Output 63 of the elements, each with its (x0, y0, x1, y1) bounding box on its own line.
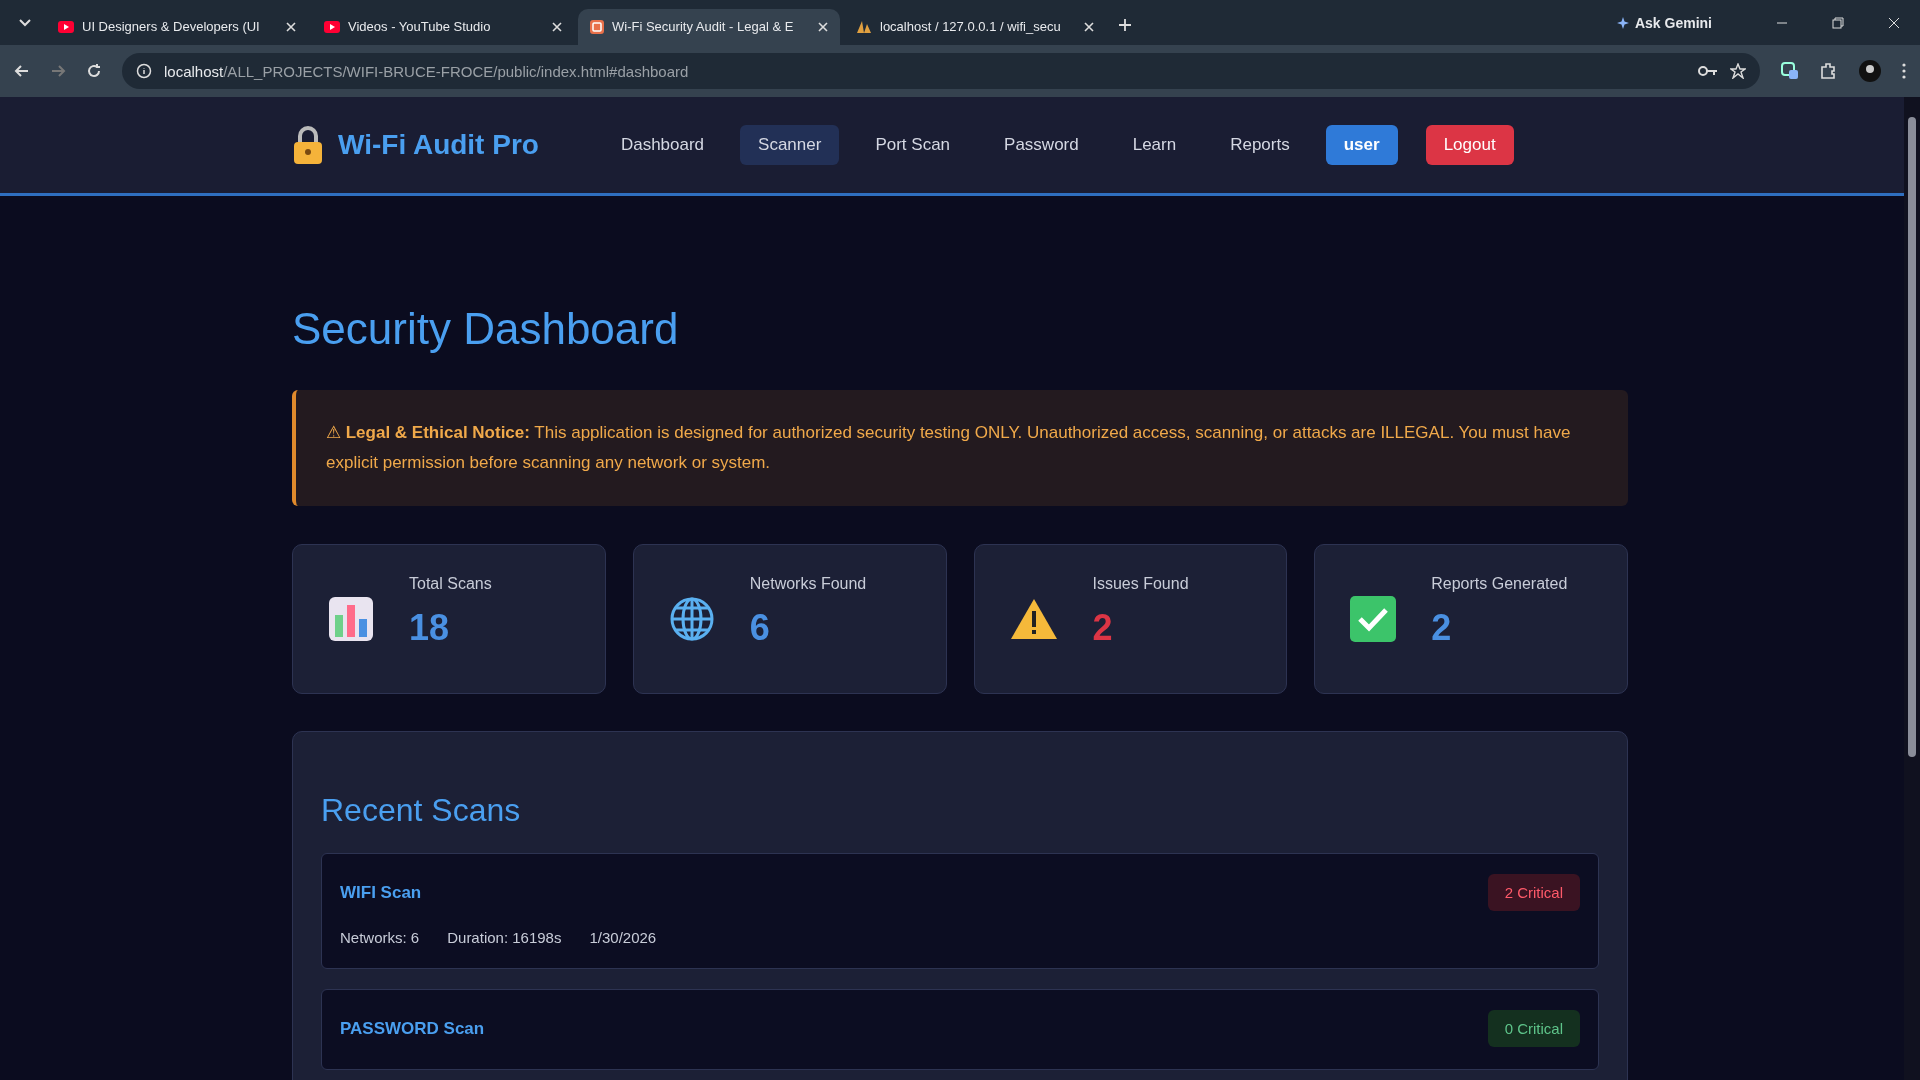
stat-value: 6 (749, 607, 771, 649)
nav-link[interactable]: Password (986, 125, 1097, 165)
user-button[interactable]: user (1325, 125, 1398, 165)
stat-value: 18 (409, 607, 451, 649)
browser-tab[interactable]: UI Designers & Developers (UI (46, 8, 308, 45)
scan-item[interactable]: PASSWORD Scan 0 Critical (321, 989, 1599, 1070)
stat-label: Total Scans (409, 575, 492, 593)
address-bar[interactable]: localhost/ALL_PROJECTS/WIFI-BRUCE-FROCE/public/index.html#dashboard (122, 53, 1760, 89)
new-tab-icon[interactable] (1118, 17, 1132, 32)
nav-link[interactable]: Dashboard (602, 125, 723, 165)
critical-badge: 0 Critical (1487, 1010, 1580, 1047)
extension-icon[interactable] (1780, 61, 1800, 81)
warning-icon (1008, 597, 1059, 641)
close-icon[interactable] (286, 21, 296, 32)
scan-name: PASSWORD Scan (340, 1018, 485, 1039)
stat-label: Issues Found (1092, 575, 1189, 593)
profile-icon[interactable] (1858, 59, 1882, 83)
bar-chart-icon (327, 595, 375, 643)
scrollbar-thumb[interactable] (1908, 117, 1916, 757)
nav-link[interactable]: Scanner (740, 125, 840, 165)
scan-item[interactable]: WIFI Scan 2 Critical Networks: 6 Duration: 16198s 1/30/2026 (321, 853, 1599, 969)
tab-list-icon[interactable] (18, 17, 32, 28)
sparkle-icon (1616, 16, 1629, 29)
back-icon[interactable] (14, 63, 30, 79)
key-icon[interactable] (1698, 65, 1718, 77)
ask-gemini-button[interactable]: Ask Gemini (1616, 14, 1712, 31)
sail-icon (856, 19, 872, 34)
reload-icon[interactable] (86, 63, 102, 79)
scan-meta: 1/30/2026 (589, 929, 657, 946)
nav-link[interactable]: Reports (1212, 125, 1308, 165)
close-icon[interactable] (1888, 16, 1900, 29)
scan-meta: Networks: 6 (340, 929, 420, 946)
legal-notice: ⚠ Legal & Ethical Notice: This application is designed for authorized security testing ONLY. Unauthorized access, scanning, or attacks are ILLEGAL. You must have explicit permission before scanning any network or system. (292, 390, 1628, 506)
stat-label: Networks Found (749, 575, 867, 593)
app-title: Wi-Fi Audit Pro (338, 129, 539, 161)
stat-label: Reports Generated (1431, 575, 1568, 593)
stat-value: 2 (1092, 607, 1114, 649)
close-icon[interactable] (552, 21, 562, 32)
browser-tab[interactable]: Videos - YouTube Studio (312, 8, 574, 45)
stat-value: 2 (1431, 607, 1453, 649)
page-title: Security Dashboard (292, 304, 680, 354)
padlock-icon (292, 126, 324, 164)
puzzle-icon[interactable] (1820, 62, 1838, 80)
section-title: Recent Scans (321, 792, 522, 829)
close-icon[interactable] (1084, 21, 1094, 32)
nav-link[interactable]: Port Scan (857, 125, 969, 165)
browser-tab[interactable]: Wi-Fi Security Audit - Legal & E (578, 8, 840, 45)
app-icon (590, 19, 604, 34)
close-icon[interactable] (818, 21, 828, 32)
scan-meta: Duration: 16198s (447, 929, 562, 946)
scrollbar[interactable] (1904, 97, 1920, 1080)
critical-badge: 2 Critical (1487, 874, 1580, 911)
nav-link[interactable]: Learn (1114, 125, 1195, 165)
logout-button[interactable]: Logout (1425, 125, 1514, 165)
menu-icon[interactable] (1902, 63, 1906, 79)
star-icon[interactable] (1730, 63, 1746, 79)
play-icon (324, 20, 340, 33)
restore-icon[interactable] (1832, 16, 1844, 29)
checkmark-icon (1349, 595, 1398, 643)
info-icon[interactable] (136, 63, 152, 79)
scan-name: WIFI Scan (340, 882, 422, 903)
play-icon (58, 20, 74, 33)
browser-tab[interactable]: localhost / 127.0.0.1 / wifi_secu (844, 8, 1106, 45)
